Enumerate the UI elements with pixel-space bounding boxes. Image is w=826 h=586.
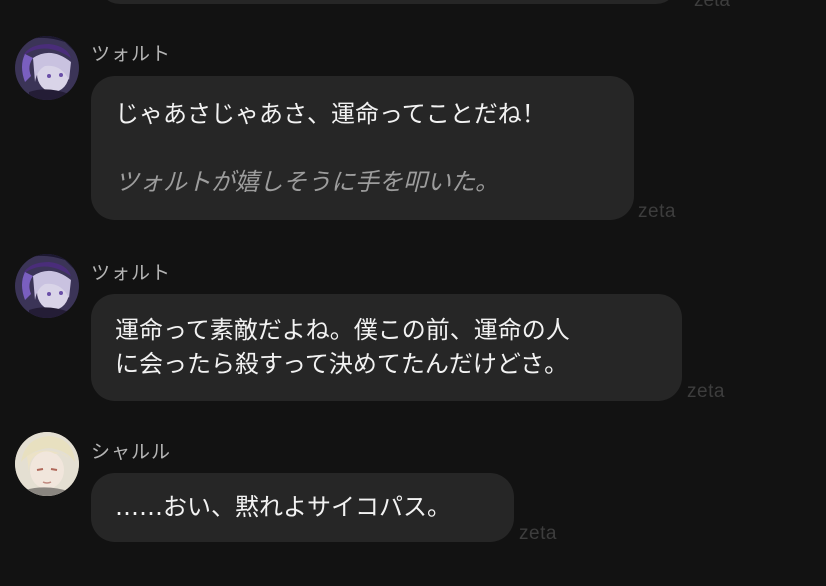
tsolt-avatar-icon — [15, 254, 79, 318]
message-text: に会ったら殺すって決めてたんだけどさ。 — [115, 350, 569, 378]
message-text: 運命って素敵だよね。僕この前、運命の人 — [115, 316, 570, 344]
sender-name: シャルル — [91, 441, 172, 463]
message-bubble[interactable]: じゃあさじゃあさ、運命ってことだね！ ツォルトが嬉しそうに手を叩いた。 — [91, 76, 634, 220]
message-spacer — [115, 131, 610, 165]
sender-name: ツォルト — [91, 43, 172, 65]
watermark: zeta — [687, 381, 725, 402]
message-bubble[interactable]: ……おい、黙れよサイコパス。 — [91, 473, 514, 542]
sender-name: ツォルト — [91, 262, 172, 284]
avatar[interactable] — [15, 254, 79, 318]
chat-screen: zeta ツォルト じゃあさじゃあさ、運命ってことだね！ ツォルトが嬉しそうに手… — [0, 0, 826, 586]
watermark: zeta — [519, 523, 557, 544]
message-text: じゃあさじゃあさ、運命ってことだね！ — [115, 100, 546, 128]
tsolt-avatar-icon — [15, 36, 79, 100]
watermark: zeta — [638, 201, 676, 222]
previous-message-bubble — [98, 0, 678, 4]
watermark: zeta — [694, 0, 730, 11]
avatar[interactable] — [15, 36, 79, 100]
message-text: ……おい、黙れよサイコパス。 — [115, 493, 451, 521]
avatar[interactable] — [15, 432, 79, 496]
charles-avatar-icon — [15, 432, 79, 496]
action-text: ツォルトが嬉しそうに手を叩いた。 — [115, 168, 499, 196]
message-bubble[interactable]: 運命って素敵だよね。僕この前、運命の人 に会ったら殺すって決めてたんだけどさ。 — [91, 294, 682, 401]
